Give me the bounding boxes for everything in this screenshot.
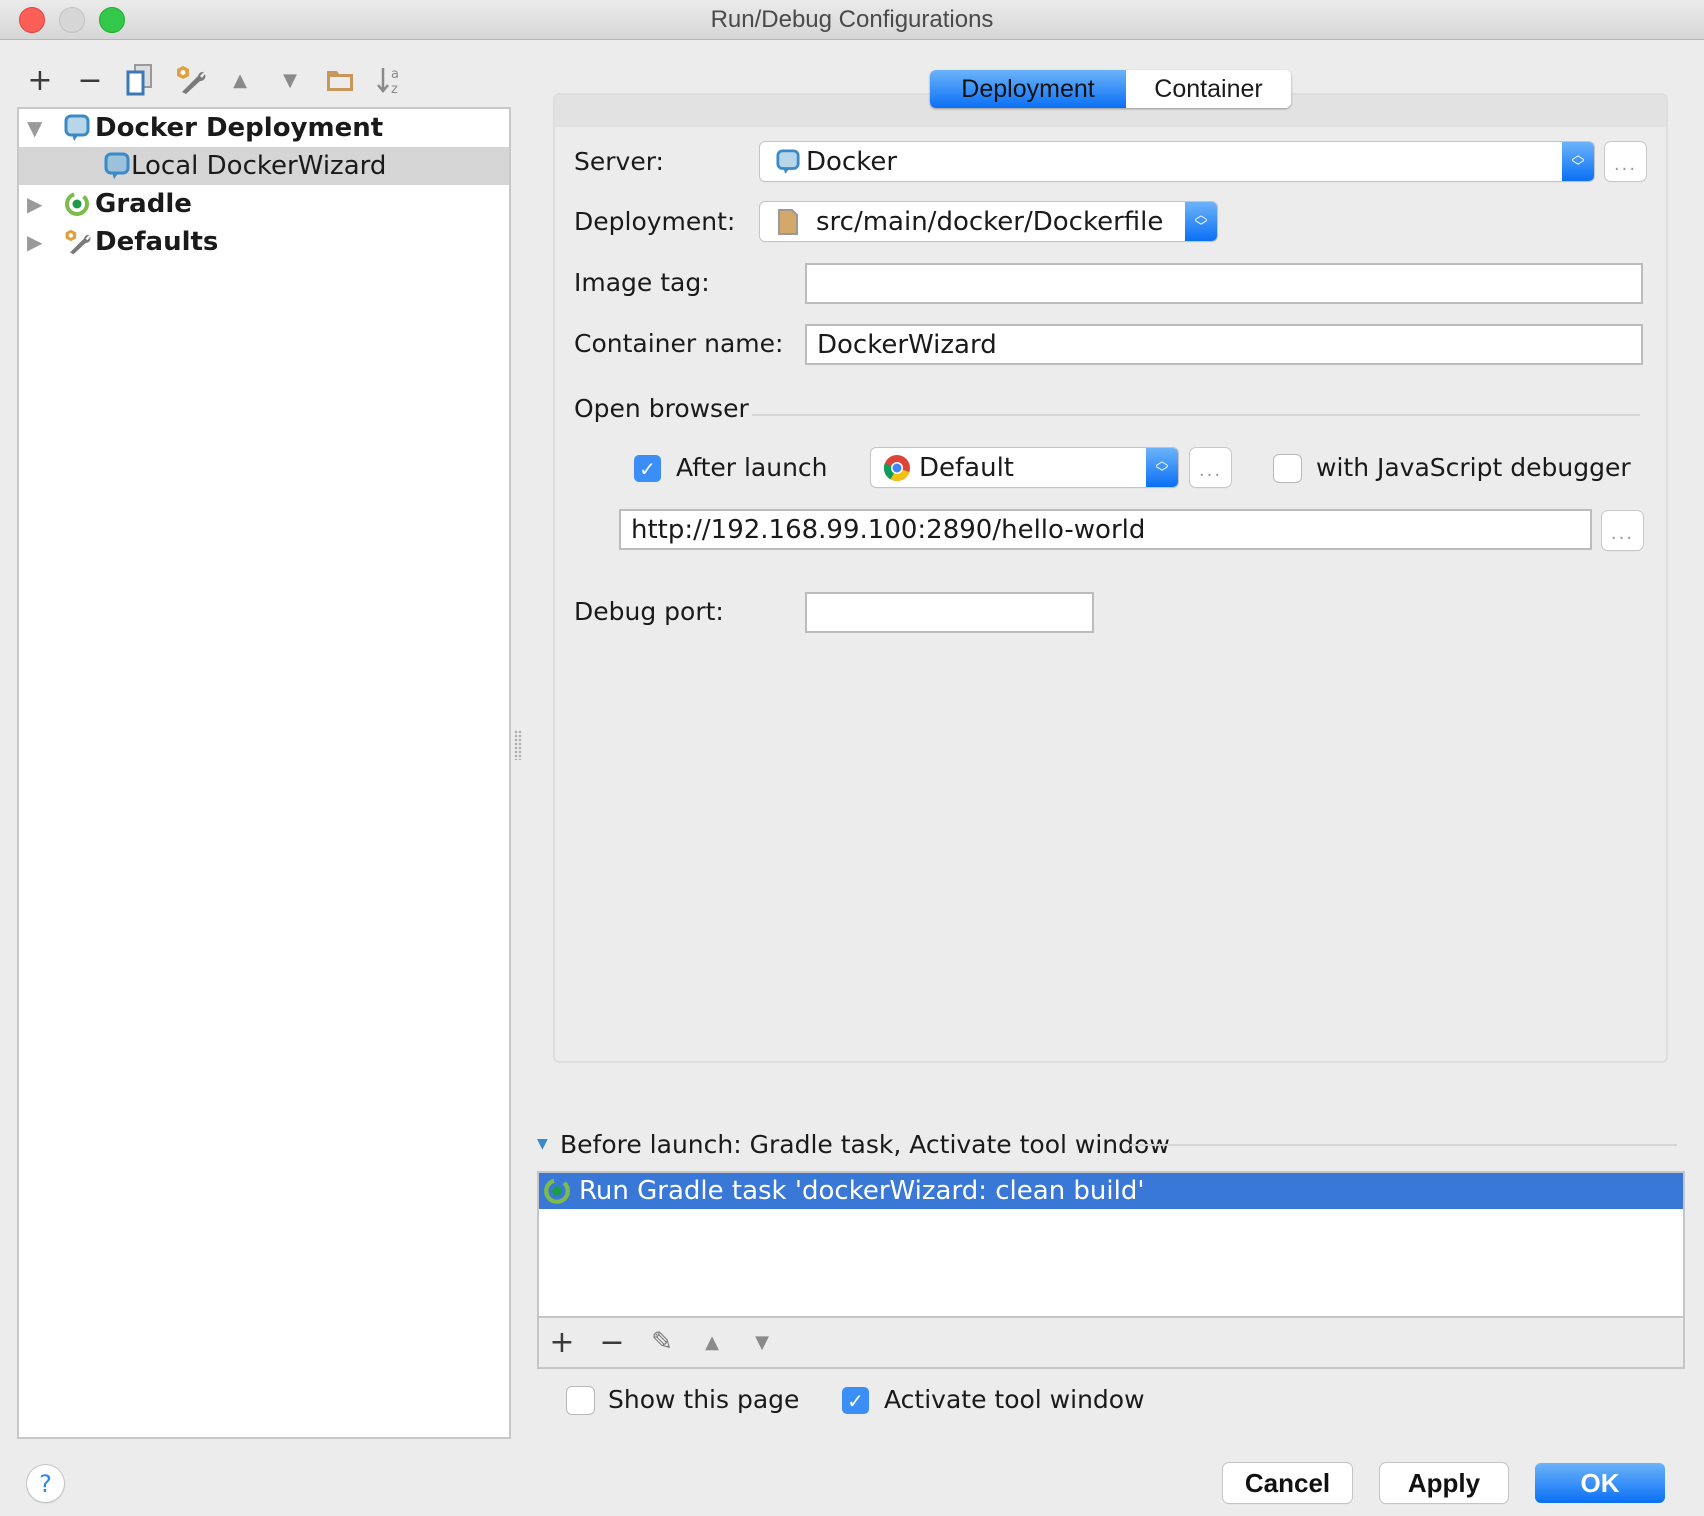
svg-text:a: a — [391, 67, 399, 82]
server-label: Server: — [574, 147, 664, 176]
list-item[interactable]: Run Gradle task 'dockerWizard: clean bui… — [539, 1173, 1683, 1209]
tab-container[interactable]: Container — [1126, 70, 1291, 108]
docker-icon — [63, 114, 91, 142]
remove-task-icon[interactable]: − — [594, 1324, 630, 1360]
minus-icon[interactable]: − — [72, 62, 108, 98]
tree-item-defaults[interactable]: ▶ Defaults — [19, 223, 509, 261]
image-tag-input[interactable] — [805, 263, 1643, 304]
docker-icon — [774, 148, 802, 176]
docker-icon — [103, 152, 131, 180]
tree-item-docker-deployment[interactable]: ▼ Docker Deployment — [19, 109, 509, 147]
url-browse-button[interactable]: ... — [1602, 511, 1643, 550]
browser-settings-button[interactable]: ... — [1190, 448, 1231, 487]
activate-tool-window-label[interactable]: Activate tool window — [884, 1380, 1145, 1420]
open-browser-separator — [752, 414, 1640, 416]
open-browser-label: Open browser — [574, 394, 749, 423]
tree-item-label: Defaults — [95, 227, 219, 257]
tree-item-label: Docker Deployment — [95, 113, 384, 143]
browser-combo[interactable]: Default ︿ ﹀ — [871, 448, 1178, 487]
chrome-icon — [883, 454, 911, 482]
configuration-tree[interactable]: ▼ Docker Deployment Local DockerWizard ▶… — [17, 107, 511, 1439]
add-task-icon[interactable]: + — [544, 1324, 580, 1360]
js-debugger-label[interactable]: with JavaScript debugger — [1316, 448, 1631, 488]
after-launch-label[interactable]: After launch — [676, 448, 828, 488]
debug-port-input[interactable] — [805, 592, 1094, 633]
server-value: Docker — [806, 146, 898, 177]
window-title: Run/Debug Configurations — [710, 6, 994, 33]
collapsed-arrow-icon[interactable]: ▶ — [27, 192, 42, 216]
help-button[interactable]: ? — [27, 1465, 64, 1502]
move-up-icon[interactable]: ▲ — [222, 62, 258, 98]
move-task-up-icon[interactable]: ▲ — [694, 1324, 730, 1360]
svg-text:z: z — [391, 82, 398, 96]
expanded-arrow-icon[interactable]: ▼ — [27, 116, 42, 140]
splitter-handle[interactable] — [514, 730, 522, 760]
deployment-value: src/main/docker/Dockerfile — [816, 206, 1164, 237]
image-tag-label: Image tag: — [574, 268, 710, 297]
show-this-page-label[interactable]: Show this page — [608, 1380, 799, 1420]
apply-button[interactable]: Apply — [1380, 1463, 1508, 1503]
sort-alpha-icon[interactable]: az — [372, 62, 408, 98]
deployment-label: Deployment: — [574, 207, 736, 236]
deployment-combo[interactable]: src/main/docker/Dockerfile ︿ ﹀ — [760, 202, 1217, 241]
wrench-icon[interactable] — [172, 62, 208, 98]
show-this-page-checkbox[interactable] — [567, 1387, 594, 1414]
move-task-down-icon[interactable]: ▼ — [744, 1324, 780, 1360]
edit-task-icon[interactable]: ✎ — [644, 1324, 680, 1360]
folder-icon[interactable] — [322, 62, 358, 98]
container-name-input[interactable]: DockerWizard — [805, 324, 1643, 365]
browser-value: Default — [919, 452, 1014, 483]
stepper-icon[interactable]: ︿ ﹀ — [1146, 448, 1178, 487]
wrench-icon — [63, 228, 91, 256]
before-launch-header[interactable]: Before launch: Gradle task, Activate too… — [560, 1125, 1170, 1165]
before-launch-separator — [1130, 1144, 1677, 1146]
debug-port-label: Debug port: — [574, 597, 724, 626]
stepper-icon[interactable]: ︿ ﹀ — [1562, 142, 1594, 181]
stepper-icon[interactable]: ︿ ﹀ — [1185, 202, 1217, 241]
collapsed-arrow-icon[interactable]: ▶ — [27, 230, 42, 254]
tree-item-label: Local DockerWizard — [131, 151, 387, 181]
copy-icon[interactable] — [122, 62, 158, 98]
tab-deployment[interactable]: Deployment — [930, 70, 1126, 108]
tree-item-gradle[interactable]: ▶ Gradle — [19, 185, 509, 223]
plus-icon[interactable]: + — [22, 62, 58, 98]
url-input[interactable]: http://192.168.99.100:2890/hello-world — [619, 509, 1592, 550]
file-icon — [774, 208, 802, 236]
server-browse-button[interactable]: ... — [1605, 142, 1646, 181]
js-debugger-checkbox[interactable] — [1274, 455, 1301, 482]
gradle-icon — [63, 190, 91, 218]
gradle-icon — [543, 1177, 571, 1205]
tree-item-local-dockerwizard[interactable]: Local DockerWizard — [19, 147, 509, 185]
collapse-triangle-icon[interactable]: ▼ — [537, 1136, 548, 1152]
container-name-label: Container name: — [574, 329, 784, 358]
tree-item-label: Gradle — [95, 189, 192, 219]
after-launch-checkbox[interactable]: ✓ — [634, 455, 661, 482]
task-label: Run Gradle task 'dockerWizard: clean bui… — [579, 1176, 1145, 1206]
move-down-icon[interactable]: ▼ — [272, 62, 308, 98]
tab-bar: Deployment Container — [930, 70, 1291, 108]
ok-button[interactable]: OK — [1535, 1463, 1665, 1503]
server-combo[interactable]: Docker ︿ ﹀ — [760, 142, 1594, 181]
activate-tool-window-checkbox[interactable]: ✓ — [842, 1387, 869, 1414]
cancel-button[interactable]: Cancel — [1223, 1463, 1352, 1503]
